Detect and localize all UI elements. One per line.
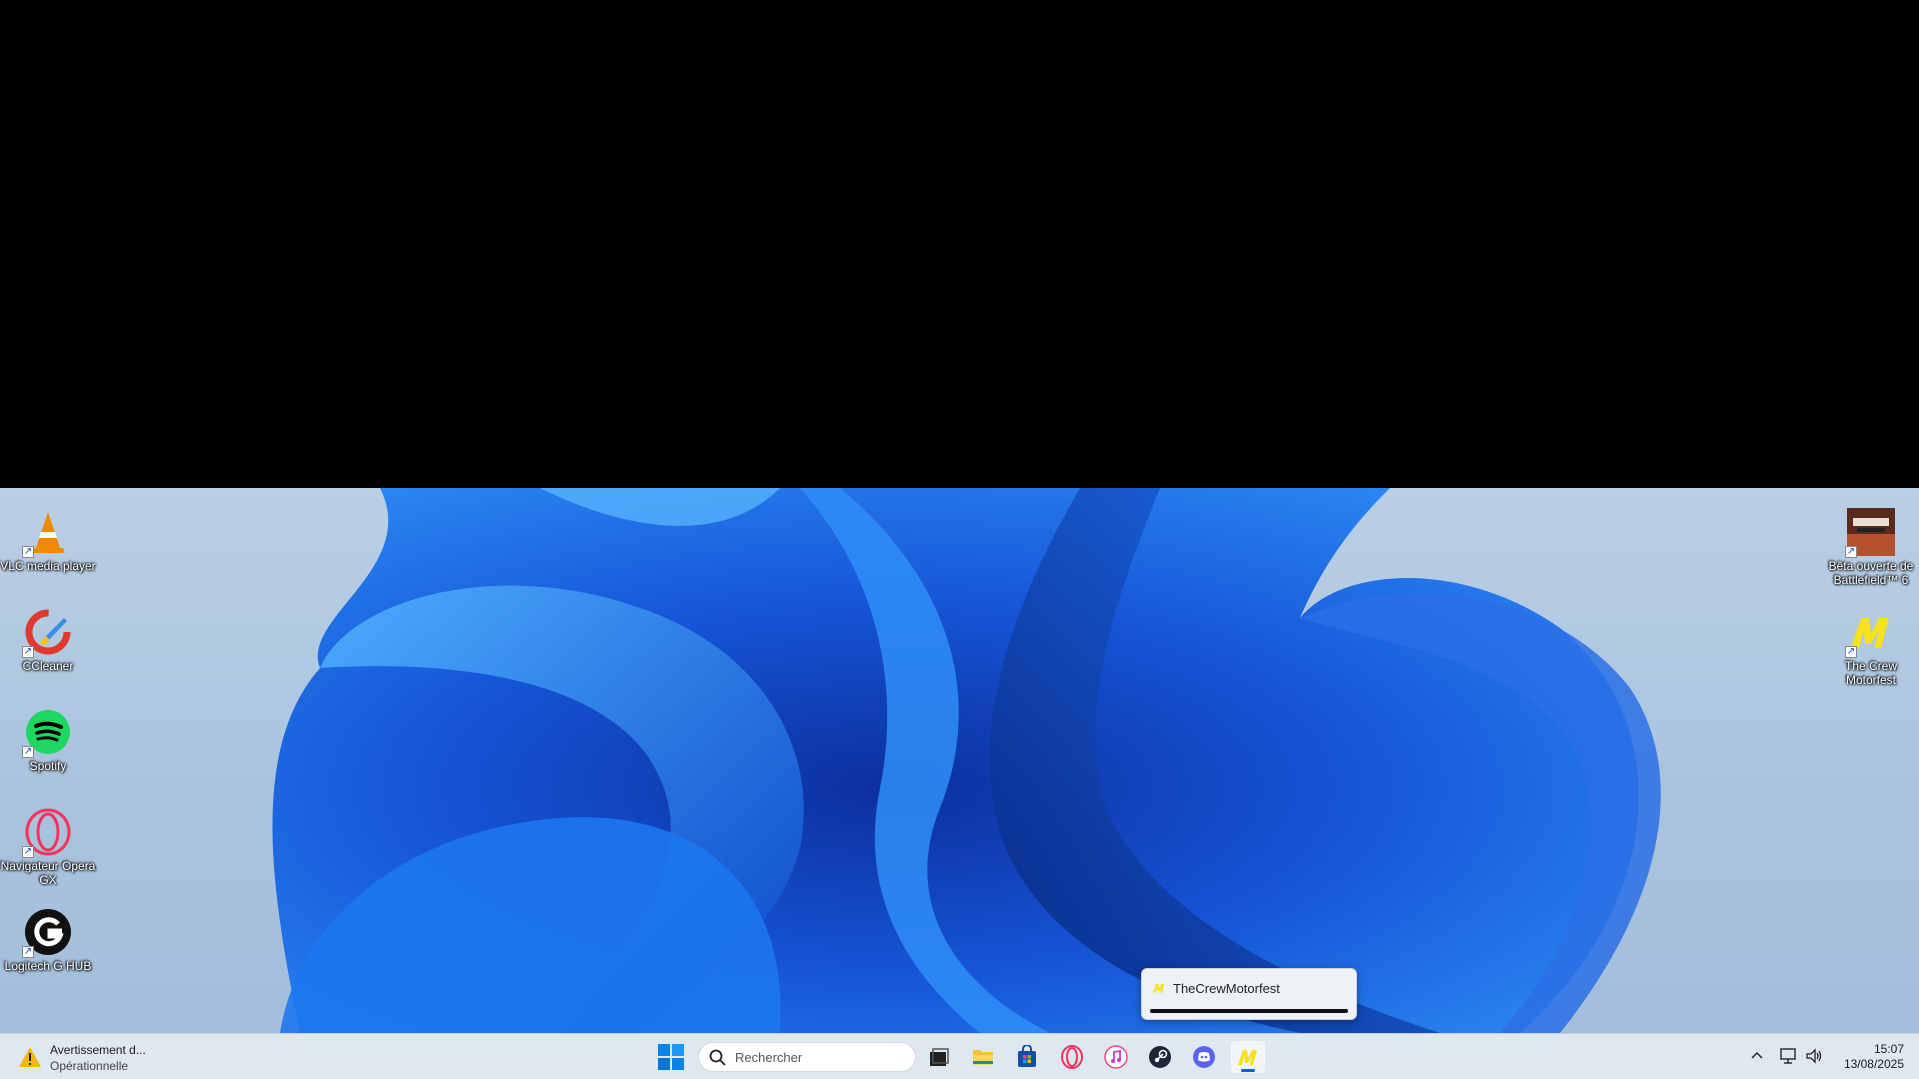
discord-icon	[1193, 1046, 1215, 1068]
desktop-icon-crew-motorfest[interactable]: ↗ The Crew Motorfest	[1823, 608, 1919, 687]
logitech-ghub-icon: ↗	[22, 908, 72, 958]
battlefield-icon: ↗	[1845, 508, 1895, 558]
itunes-icon	[1104, 1045, 1128, 1069]
taskbar-app-itunes[interactable]	[1099, 1041, 1133, 1073]
shortcut-arrow-icon: ↗	[22, 546, 34, 558]
desktop-icon-vlc[interactable]: ↗ VLC media player	[0, 508, 96, 573]
taskbar-app-task-view[interactable]	[922, 1041, 956, 1073]
opera-icon	[1061, 1045, 1083, 1069]
desktop-icon-label: Navigateur Opera GX	[0, 859, 96, 887]
taskbar-app-discord[interactable]	[1187, 1041, 1221, 1073]
desktop-icon-battlefield[interactable]: ↗ Bêta ouverte de Battlefield™ 6	[1823, 508, 1919, 587]
desktop-icon-label: CCleaner	[22, 659, 74, 673]
windows-start-icon[interactable]	[658, 1044, 684, 1070]
notification-title: Avertissement d...	[50, 1043, 146, 1057]
taskbar-search-box[interactable]: Rechercher	[698, 1042, 916, 1072]
screen: ↗ VLC media player ↗ CCleaner ↗ Spotify …	[0, 0, 1919, 1079]
taskbar: Avertissement d... Opérationnelle Recher…	[0, 1033, 1919, 1079]
ccleaner-icon: ↗	[22, 608, 72, 658]
wallpaper-bloom	[272, 488, 1661, 1033]
chevron-up-icon[interactable]	[1750, 1048, 1764, 1062]
taskbar-app-steam[interactable]	[1143, 1041, 1177, 1073]
desktop-icon-label: Logitech G HUB	[4, 959, 92, 973]
vlc-icon: ↗	[22, 508, 72, 558]
taskbar-app-opera-gx[interactable]	[1055, 1041, 1089, 1073]
warning-icon	[19, 1047, 41, 1067]
opera-gx-icon: ↗	[22, 808, 72, 858]
search-placeholder: Rechercher	[735, 1050, 803, 1065]
shortcut-arrow-icon: ↗	[1845, 646, 1857, 658]
clock-time: 15:07	[1873, 1042, 1904, 1056]
search-icon	[709, 1049, 726, 1066]
notification-status: Opérationnelle	[50, 1059, 129, 1073]
task-view-icon	[930, 1048, 949, 1066]
desktop[interactable]: ↗ VLC media player ↗ CCleaner ↗ Spotify …	[0, 488, 1919, 1033]
preview-thumbnail	[1150, 1009, 1348, 1013]
steam-icon	[1149, 1046, 1171, 1068]
shortcut-arrow-icon: ↗	[22, 946, 34, 958]
taskbar-app-microsoft-store[interactable]	[1010, 1041, 1044, 1073]
store-icon	[1018, 1045, 1036, 1067]
crew-motorfest-icon	[1153, 983, 1165, 993]
folder-icon	[973, 1050, 993, 1065]
clock-date: 13/08/2025	[1843, 1057, 1904, 1071]
shortcut-arrow-icon: ↗	[22, 746, 34, 758]
desktop-icon-opera-gx[interactable]: ↗ Navigateur Opera GX	[0, 808, 96, 887]
crew-motorfest-icon	[1238, 1050, 1257, 1065]
desktop-icon-logitech-ghub[interactable]: ↗ Logitech G HUB	[0, 908, 96, 973]
preview-title: TheCrewMotorfest	[1173, 981, 1280, 996]
desktop-icon-spotify[interactable]: ↗ Spotify	[0, 708, 96, 773]
taskbar-app-the-crew-motorfest[interactable]	[1231, 1041, 1265, 1073]
network-icon[interactable]	[1779, 1046, 1799, 1066]
desktop-icon-ccleaner[interactable]: ↗ CCleaner	[0, 608, 96, 673]
desktop-icon-label: VLC media player	[0, 559, 96, 573]
shortcut-arrow-icon: ↗	[22, 846, 34, 858]
spotify-icon: ↗	[22, 708, 72, 758]
taskbar-window-preview[interactable]: TheCrewMotorfest	[1141, 968, 1357, 1020]
system-clock[interactable]: 15:07 13/08/2025	[1834, 1042, 1904, 1072]
desktop-icon-label: The Crew Motorfest	[1844, 659, 1897, 687]
volume-icon[interactable]	[1804, 1046, 1824, 1066]
shortcut-arrow-icon: ↗	[22, 646, 34, 658]
desktop-icon-label: Bêta ouverte de Battlefield™ 6	[1828, 559, 1914, 587]
notification-widget[interactable]: Avertissement d... Opérationnelle	[18, 1041, 168, 1073]
crew-motorfest-icon: ↗	[1845, 608, 1895, 658]
shortcut-arrow-icon: ↗	[1845, 546, 1857, 558]
taskbar-app-file-explorer[interactable]	[966, 1041, 1000, 1073]
desktop-icon-label: Spotify	[29, 759, 67, 773]
